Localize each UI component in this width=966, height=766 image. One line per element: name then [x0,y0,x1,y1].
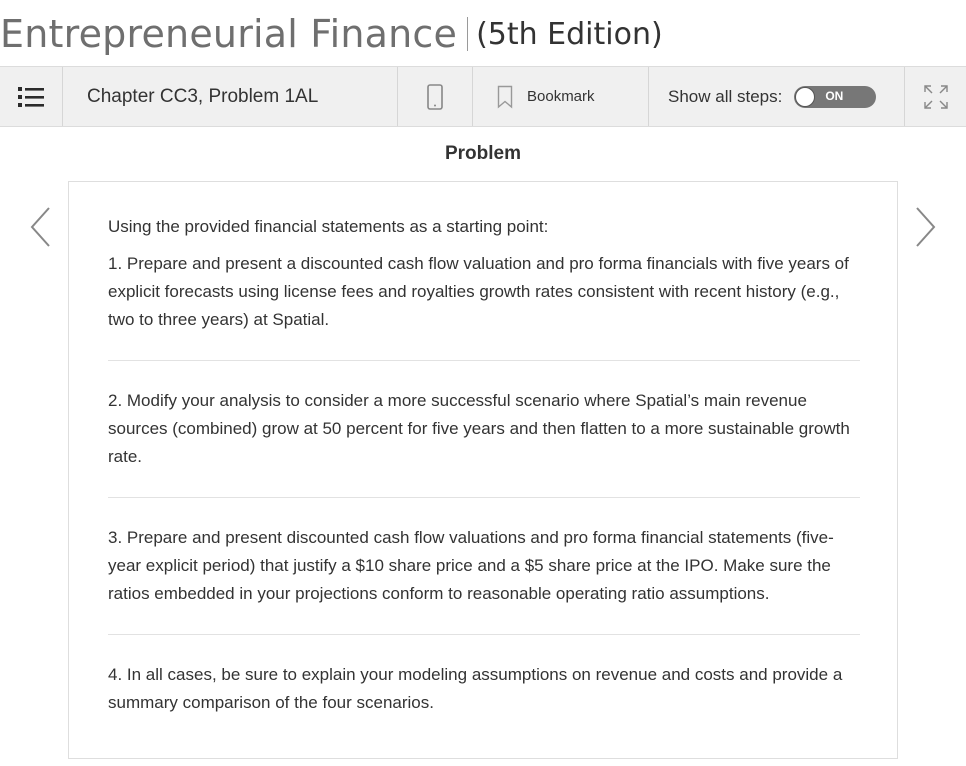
toolbar: Chapter CC3, Problem 1AL Bookmark Show a… [0,66,966,127]
bookmark-label: Bookmark [527,88,595,105]
toggle-state-text: ON [825,88,844,103]
problem-item: 4. In all cases, be sure to explain your… [108,665,843,712]
divider [108,634,860,635]
problem-item: 1. Prepare and present a discounted cash… [108,254,849,329]
expand-icon [923,84,948,109]
divider [108,497,860,498]
fullscreen-button[interactable] [905,67,966,126]
mobile-view-button[interactable] [398,67,473,126]
section-heading: Problem [444,143,522,164]
chapter-label: Chapter CC3, Problem 1AL [87,85,319,107]
book-title: Entrepreneurial Finance [0,12,458,56]
book-header: Entrepreneurial Finance (5th Edition) [0,8,663,60]
toggle-knob [795,86,816,107]
bookmark-icon [497,85,513,109]
problem-item: 3. Prepare and present discounted cash f… [108,528,834,603]
divider [108,360,860,361]
problem-intro: Using the provided financial statements … [108,217,549,236]
show-steps-toggle[interactable]: ON [794,85,877,108]
book-edition: (5th Edition) [476,16,663,52]
show-all-steps: Show all steps: ON [649,67,905,126]
table-of-contents-button[interactable] [0,67,63,126]
chevron-right-icon[interactable] [913,205,939,249]
problem-content: Using the provided financial statements … [108,213,860,717]
chapter-problem-label: Chapter CC3, Problem 1AL [63,67,398,126]
title-divider [467,17,469,51]
problem-item: 2. Modify your analysis to consider a mo… [108,391,850,466]
show-steps-label: Show all steps: [668,86,783,106]
problem-card: Using the provided financial statements … [68,181,898,759]
chevron-left-icon[interactable] [27,205,53,249]
bookmark-button[interactable]: Bookmark [473,67,649,126]
mobile-phone-icon [427,83,443,110]
list-icon [18,86,44,107]
